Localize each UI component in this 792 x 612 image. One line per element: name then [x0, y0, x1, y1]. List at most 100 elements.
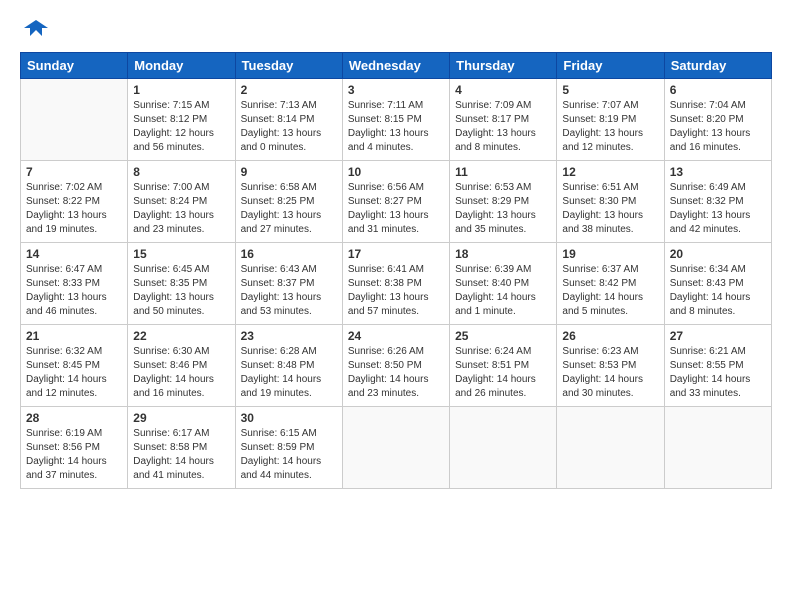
cell-details: Sunrise: 7:02 AMSunset: 8:22 PMDaylight:… — [26, 181, 122, 237]
sunrise-text: Sunrise: 6:53 AM — [455, 182, 531, 193]
daylight-text: Daylight: 13 hours — [241, 210, 322, 221]
daylight-text: and 4 minutes. — [348, 142, 414, 153]
cell-details: Sunrise: 6:21 AMSunset: 8:55 PMDaylight:… — [670, 345, 766, 401]
calendar-cell — [664, 407, 771, 489]
cell-details: Sunrise: 6:28 AM Sunset: 8:48 PM Daylight:… — [241, 345, 337, 401]
sunset-text: Sunset: 8:53 PM — [562, 360, 636, 371]
calendar-cell: 7Sunrise: 7:02 AMSunset: 8:22 PMDaylight… — [21, 161, 128, 243]
cell-details: Sunrise: 6:32 AMSunset: 8:45 PMDaylight:… — [26, 345, 122, 401]
sunrise-text: Sunrise: 6:43 AM — [241, 264, 317, 275]
cell-details: Sunrise: 6:58 AMSunset: 8:25 PMDaylight:… — [241, 181, 337, 237]
day-number: 12 — [562, 165, 658, 179]
logo-bird-icon — [22, 16, 50, 44]
sunrise-text: Sunrise: 6:26 AM — [348, 346, 424, 357]
daylight-text: Daylight: 13 hours — [670, 210, 751, 221]
header — [20, 16, 772, 42]
calendar-cell: 11Sunrise: 6:53 AMSunset: 8:29 PMDayligh… — [450, 161, 557, 243]
calendar-cell: 15Sunrise: 6:45 AMSunset: 8:35 PMDayligh… — [128, 243, 235, 325]
sunset-text: Sunset: 8:46 PM — [133, 360, 207, 371]
day-number: 9 — [241, 165, 337, 179]
sunset-text: Sunset: 8:42 PM — [562, 278, 636, 289]
sunrise-text: Sunrise: 6:58 AM — [241, 182, 317, 193]
sunrise-text: Sunrise: 6:49 AM — [670, 182, 746, 193]
day-number: 21 — [26, 329, 122, 343]
daylight-text: Daylight: 13 hours — [455, 128, 536, 139]
daylight-text: and 38 minutes. — [562, 224, 633, 235]
calendar-cell: 17 Sunrise: 6:41 AMSunset: 8:38 PMDayligh… — [342, 243, 449, 325]
sunset-text: Sunset: 8:43 PM — [670, 278, 744, 289]
sunset-text: Sunset: 8:20 PM — [670, 114, 744, 125]
day-number: 24 — [348, 329, 444, 343]
day-number: 17 — [348, 247, 444, 261]
daylight-text: and 42 minutes. — [670, 224, 741, 235]
daylight-text: Daylight: 13 hours — [562, 128, 643, 139]
day-number: 15 — [133, 247, 229, 261]
cell-details: Sunrise: 6:49 AMSunset: 8:32 PMDaylight:… — [670, 181, 766, 237]
daylight-text: Daylight: 13 hours — [670, 128, 751, 139]
calendar-cell: 27Sunrise: 6:21 AMSunset: 8:55 PMDayligh… — [664, 325, 771, 407]
calendar-cell: 6Sunrise: 7:04 AMSunset: 8:20 PMDaylight… — [664, 79, 771, 161]
sunrise-text: Sunrise: 6:47 AM — [26, 264, 102, 275]
calendar-cell: 9 Sunrise: 6:58 AMSunset: 8:25 PMDaylight… — [235, 161, 342, 243]
daylight-text: and 44 minutes. — [241, 470, 312, 481]
daylight-text: Daylight: 13 hours — [348, 292, 429, 303]
cell-details: Sunrise: 6:30 AMSunset: 8:46 PMDaylight:… — [133, 345, 229, 401]
daylight-text: Daylight: 14 hours — [26, 374, 107, 385]
calendar-cell: 8Sunrise: 7:00 AMSunset: 8:24 PMDaylight… — [128, 161, 235, 243]
daylight-text: Daylight: 13 hours — [241, 128, 322, 139]
calendar-cell: 23Sunrise: 6:28 AMSunset: 8:48 PMDayligh… — [235, 325, 342, 407]
cell-details: Sunrise: 6:15 AMSunset: 8:59 PMDaylight:… — [241, 427, 337, 483]
sunrise-text: Sunrise: 6:28 AM — [241, 346, 317, 357]
day-header-sunday: Sunday — [21, 53, 128, 79]
sunset-text: Sunset: 8:33 PM — [26, 278, 100, 289]
sunrise-text: Sunrise: 7:07 AM — [562, 100, 638, 111]
sunrise-text: Sunrise: 6:24 AM — [455, 346, 531, 357]
daylight-text: and 30 minutes. — [562, 388, 633, 399]
sunset-text: Sunset: 8:15 PM — [348, 114, 422, 125]
sunset-text: Sunset: 8:22 PM — [26, 196, 100, 207]
sunset-text: Sunset: 8:17 PM — [455, 114, 529, 125]
sunrise-text: Sunrise: 6:56 AM — [348, 182, 424, 193]
sunrise-text: Sunrise: 6:32 AM — [26, 346, 102, 357]
sunset-text: Sunset: 8:48 PM — [241, 360, 315, 371]
day-number: 18 — [455, 247, 551, 261]
daylight-text: Daylight: 14 hours — [562, 374, 643, 385]
calendar-cell: 1 Sunrise: 7:15 AMSunset: 8:12 PMDaylight… — [128, 79, 235, 161]
calendar-cell: 18Sunrise: 6:39 AMSunset: 8:40 PMDayligh… — [450, 243, 557, 325]
daylight-text: and 23 minutes. — [348, 388, 419, 399]
day-number: 1 — [133, 83, 229, 97]
sunrise-text: Sunrise: 6:39 AM — [455, 264, 531, 275]
cell-details: Sunrise: 6:37 AMSunset: 8:42 PMDaylight:… — [562, 263, 658, 319]
cell-details: Sunrise: 6:17 AMSunset: 8:58 PMDaylight:… — [133, 427, 229, 483]
cell-details: Sunrise: 6:41 AMSunset: 8:38 PMDaylight:… — [348, 263, 444, 319]
daylight-text: Daylight: 14 hours — [241, 456, 322, 467]
day-number: 29 — [133, 411, 229, 425]
logo — [20, 16, 50, 42]
day-number: 16 — [241, 247, 337, 261]
calendar-cell: 29 Sunrise: 6:17 AMSunset: 8:58 PMDayligh… — [128, 407, 235, 489]
daylight-text: and 53 minutes. — [241, 306, 312, 317]
sunrise-text: Sunrise: 6:41 AM — [348, 264, 424, 275]
sunset-text: Sunset: 8:30 PM — [562, 196, 636, 207]
day-header-friday: Friday — [557, 53, 664, 79]
cell-details: Sunrise: 6:34 AMSunset: 8:43 PMDaylight:… — [670, 263, 766, 319]
daylight-text: and 37 minutes. — [26, 470, 97, 481]
daylight-text: Daylight: 14 hours — [670, 292, 751, 303]
daylight-text: Daylight: 14 hours — [455, 374, 536, 385]
daylight-text: and 0 minutes. — [241, 142, 307, 153]
daylight-text: and 16 minutes. — [670, 142, 741, 153]
daylight-text: Daylight: 14 hours — [241, 374, 322, 385]
day-header-tuesday: Tuesday — [235, 53, 342, 79]
daylight-text: and 57 minutes. — [348, 306, 419, 317]
sunrise-text: Sunrise: 6:30 AM — [133, 346, 209, 357]
daylight-text: and 41 minutes. — [133, 470, 204, 481]
day-number: 8 — [133, 165, 229, 179]
sunset-text: Sunset: 8:19 PM — [562, 114, 636, 125]
calendar-cell: 3Sunrise: 7:11 AMSunset: 8:15 PMDaylight… — [342, 79, 449, 161]
cell-details: Sunrise: 7:09 AMSunset: 8:17 PMDaylight:… — [455, 99, 551, 155]
sunrise-text: Sunrise: 6:23 AM — [562, 346, 638, 357]
cell-details: Sunrise: 7:15 AMSunset: 8:12 PMDaylight:… — [133, 99, 229, 155]
daylight-text: and 27 minutes. — [241, 224, 312, 235]
day-number: 19 — [562, 247, 658, 261]
cell-details: Sunrise: 6:23 AM Sunset: 8:53 PM Daylight:… — [562, 345, 658, 401]
